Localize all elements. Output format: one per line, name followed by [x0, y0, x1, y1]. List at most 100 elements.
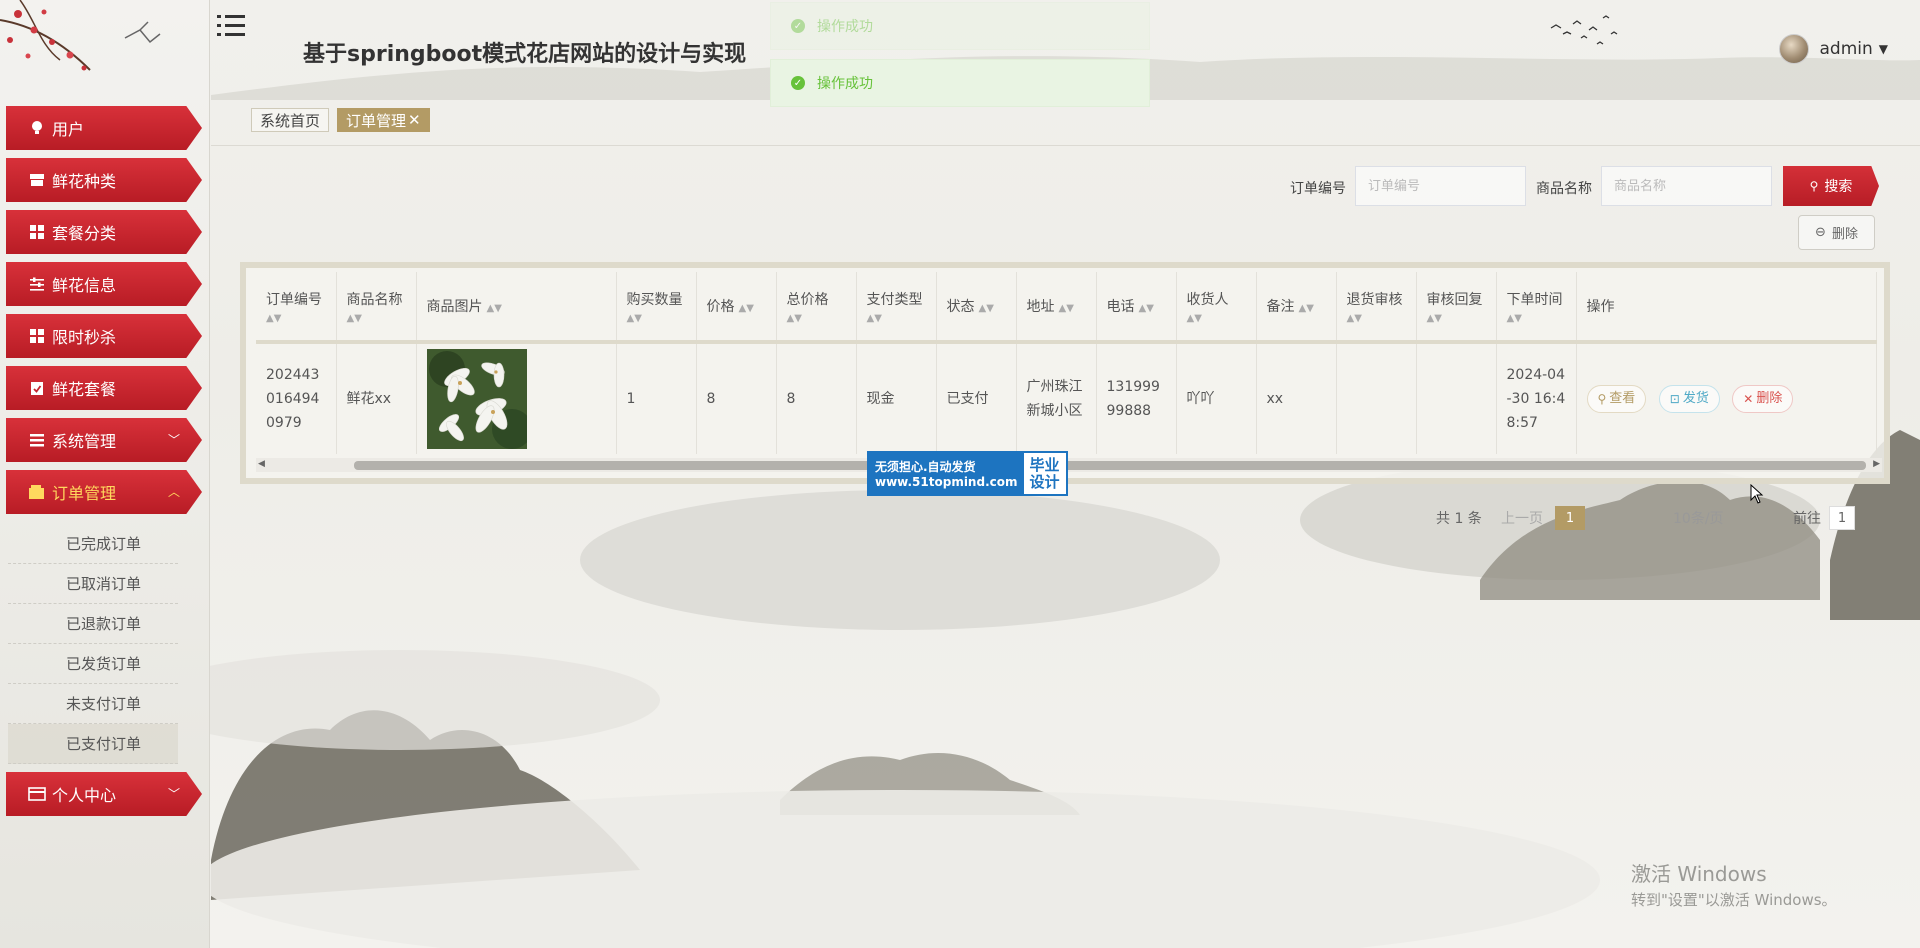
grid-icon — [26, 221, 48, 243]
sort-icon: ▲▼ — [626, 312, 642, 324]
column-header[interactable]: 状态 ▲▼ — [936, 272, 1017, 344]
cell-address: 广州珠江新城小区 — [1016, 342, 1097, 454]
cell-total: 8 — [776, 342, 857, 454]
tab-bar: 系统首页 订单管理 ✕ — [211, 100, 1920, 146]
product-name-label: 商品名称 — [1536, 181, 1592, 197]
sidebar: 用户 鲜花种类 套餐分类 鲜花信息 限时秒杀 鲜花套餐 系统管理 ﹀ 订单管理 … — [0, 0, 210, 948]
user-menu[interactable]: admin ▼ — [1779, 34, 1888, 64]
submenu-refunded-orders[interactable]: 已退款订单 — [8, 604, 178, 644]
sort-icon: ▲▼ — [1058, 303, 1074, 314]
search-icon: ⚲ — [1597, 392, 1607, 406]
sidebar-item-package-categories[interactable]: 套餐分类 — [6, 210, 202, 254]
windows-activation-title: 激活 Windows — [1631, 862, 1767, 886]
watermark-side2: 设计 — [1029, 472, 1060, 491]
delete-button-label: 删除 — [1831, 227, 1858, 242]
sort-icon: ▲▼ — [866, 312, 882, 324]
sidebar-item-label: 限时秒杀 — [52, 328, 117, 347]
column-header[interactable]: 电话 ▲▼ — [1096, 272, 1177, 344]
sidebar-item-flower-packages[interactable]: 鲜花套餐 — [6, 366, 202, 410]
cell-remark: xx — [1256, 342, 1337, 454]
column-header[interactable]: 总价格 ▲▼ — [776, 272, 857, 344]
windows-activation-hint: 转到"设置"以激活 Windows。 — [1631, 891, 1837, 909]
sidebar-item-flower-info[interactable]: 鲜花信息 — [6, 262, 202, 306]
table-header-row: 订单编号 ▲▼ 商品名称 ▲▼ 商品图片 ▲▼ 购买数量 ▲▼ 价格 ▲▼ 总价格 ▲▼ 支… — [256, 272, 1877, 344]
column-header[interactable]: 下单时间 ▲▼ — [1496, 272, 1577, 344]
flower-image[interactable] — [426, 349, 527, 449]
submenu-unpaid-orders[interactable]: 未支付订单 — [8, 684, 178, 724]
check-circle-icon: ✓ — [791, 76, 805, 90]
view-label: 查看 — [1609, 391, 1636, 406]
column-header[interactable]: 支付类型 ▲▼ — [856, 272, 937, 344]
column-header: 操作 — [1576, 272, 1877, 344]
minus-circle-icon: ⊖ — [1815, 225, 1826, 240]
sidebar-item-personal-center[interactable]: 个人中心 ﹀ — [6, 772, 202, 816]
scroll-left-icon[interactable]: ◀ — [258, 459, 265, 469]
page-number[interactable]: 1 — [1555, 506, 1585, 530]
tab-home[interactable]: 系统首页 — [251, 108, 330, 132]
sidebar-item-label: 用户 — [52, 120, 85, 139]
sidebar-item-order-management[interactable]: 订单管理 ︿ — [6, 470, 202, 514]
scroll-right-icon[interactable]: ▶ — [1873, 459, 1880, 469]
sort-icon: ▲▼ — [1138, 303, 1154, 314]
windows-activation-watermark: 激活 Windows 转到"设置"以激活 Windows。 — [1631, 858, 1837, 910]
cell-actions: ⚲ 查看 ⊡ 发货 ✕ 删除 — [1576, 342, 1877, 454]
submenu-shipped-orders[interactable]: 已发货订单 — [8, 644, 178, 684]
wallet-icon — [26, 481, 48, 503]
horizontal-scrollbar[interactable]: ◀ ▶ — [256, 458, 1882, 472]
order-no-input[interactable] — [1355, 166, 1526, 206]
close-icon: ✕ — [1743, 392, 1754, 406]
sidebar-item-label: 套餐分类 — [52, 224, 117, 243]
menu-toggle-icon[interactable] — [217, 12, 245, 40]
sidebar-item-system-management[interactable]: 系统管理 ﹀ — [6, 418, 202, 462]
sidebar-item-label: 鲜花信息 — [52, 276, 117, 295]
sidebar-item-label: 个人中心 — [52, 786, 117, 805]
cell-quantity: 1 — [616, 342, 697, 454]
close-icon[interactable]: ✕ — [408, 111, 421, 129]
sort-icon: ▲▼ — [786, 312, 802, 324]
submenu-cancelled-orders[interactable]: 已取消订单 — [8, 564, 178, 604]
cell-price: 8 — [696, 342, 777, 454]
delete-button[interactable]: ✕ 删除 — [1732, 385, 1794, 413]
column-header[interactable]: 审核回复 ▲▼ — [1416, 272, 1497, 344]
column-header[interactable]: 收货人 ▲▼ — [1176, 272, 1257, 344]
column-header[interactable]: 商品图片 ▲▼ — [416, 272, 617, 344]
view-button[interactable]: ⚲ 查看 — [1586, 385, 1647, 413]
product-name-input[interactable] — [1601, 166, 1772, 206]
search-button[interactable]: ⚲ 搜索 — [1783, 166, 1879, 206]
list-icon — [26, 429, 48, 451]
sidebar-item-flash-sale[interactable]: 限时秒杀 — [6, 314, 202, 358]
sidebar-item-users[interactable]: 用户 — [6, 106, 202, 150]
search-button-label: 搜索 — [1824, 178, 1853, 194]
cell-order-no: 2024430164940979 — [256, 342, 337, 454]
store-icon — [26, 169, 48, 191]
batch-delete-button[interactable]: ⊖ 删除 — [1798, 215, 1875, 250]
sidebar-item-flower-types[interactable]: 鲜花种类 — [6, 158, 202, 202]
sort-icon: ▲▼ — [1346, 312, 1362, 324]
chevron-down-icon: ﹀ — [167, 433, 180, 447]
column-header[interactable]: 地址 ▲▼ — [1016, 272, 1097, 344]
cell-status: 已支付 — [936, 342, 1017, 454]
column-header[interactable]: 购买数量 ▲▼ — [616, 272, 697, 344]
watermark-line1: 无须担心.自动发货 — [875, 460, 976, 474]
column-header[interactable]: 价格 ▲▼ — [696, 272, 777, 344]
tab-label: 系统首页 — [260, 111, 321, 130]
prev-page-button[interactable]: 上一页 — [1501, 505, 1543, 531]
column-header[interactable]: 退货审核 ▲▼ — [1336, 272, 1417, 344]
column-header[interactable]: 订单编号 ▲▼ — [256, 272, 337, 344]
goto-input-wrap: 1 — [1829, 505, 1855, 531]
page-size-select[interactable]: 10条/页 — [1673, 505, 1724, 531]
watermark-side1: 毕业 — [1029, 455, 1060, 474]
submenu-label: 已发货订单 — [66, 655, 142, 673]
tab-order-management[interactable]: 订单管理 ✕ — [337, 108, 430, 132]
sort-icon: ▲▼ — [738, 303, 754, 314]
column-header[interactable]: 商品名称 ▲▼ — [336, 272, 417, 344]
cell-return-review — [1336, 342, 1417, 454]
ship-button[interactable]: ⊡ 发货 — [1658, 385, 1720, 413]
submenu-completed-orders[interactable]: 已完成订单 — [8, 524, 178, 564]
submenu-paid-orders[interactable]: 已支付订单 — [8, 724, 178, 764]
scrollbar-thumb[interactable] — [354, 461, 1866, 470]
clipboard-check-icon — [26, 377, 48, 399]
caret-down-icon: ▼ — [1878, 42, 1888, 56]
column-header[interactable]: 备注 ▲▼ — [1256, 272, 1337, 344]
goto-input[interactable]: 1 — [1829, 506, 1855, 530]
